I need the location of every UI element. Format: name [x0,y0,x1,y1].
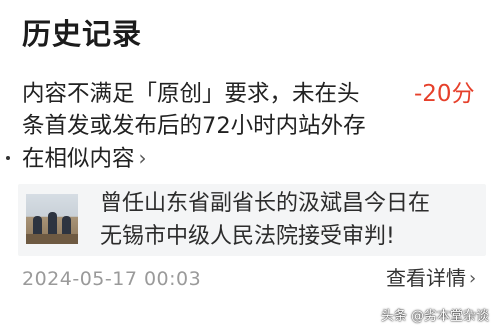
article-title: 曾任山东省副省长的汲斌昌今日在 无锡市中级人民法院接受审判! [100,187,480,253]
record-reason-line-1: 内容不满足「原创」要求，未在头 [22,81,360,107]
chevron-right-icon: › [138,146,147,170]
article-title-line-1: 曾任山东省副省长的汲斌昌今日在 [100,191,431,216]
article-title-line-2: 无锡市中级人民法院接受审判! [100,224,395,249]
record-reason-line-2: 条首发或发布后的72小时内站外存 [22,113,366,139]
thumbnail-figure [33,216,42,236]
thumbnail-figure [62,216,71,236]
record-reason-line-3: 在相似内容 › [22,142,394,175]
page-title: 历史记录 [22,17,143,51]
view-details-label: 查看详情 [386,266,466,290]
chevron-right-icon: › [469,268,477,289]
record-reason-line-3-text: 在相似内容 [22,146,135,172]
source-watermark: 头条 @劣本堂杂谈 [380,309,489,324]
record-reason[interactable]: 内容不满足「原创」要求，未在头 条首发或发布后的72小时内站外存 在相似内容 › [22,78,394,175]
thumbnail-figure [48,212,57,236]
article-card[interactable]: 曾任山东省副省长的汲斌昌今日在 无锡市中级人民法院接受审判! [18,184,486,256]
view-details-link[interactable]: 查看详情 › [386,264,476,293]
courtroom-photo-thumbnail [26,194,78,244]
record-timestamp: 2024-05-17 00:03 [22,268,202,290]
thumbnail-desk [26,234,78,244]
list-bullet [6,156,10,160]
penalty-score: -20分 [414,81,475,107]
history-record-screen: 历史记录 内容不满足「原创」要求，未在头 条首发或发布后的72小时内站外存 在相… [0,0,499,334]
